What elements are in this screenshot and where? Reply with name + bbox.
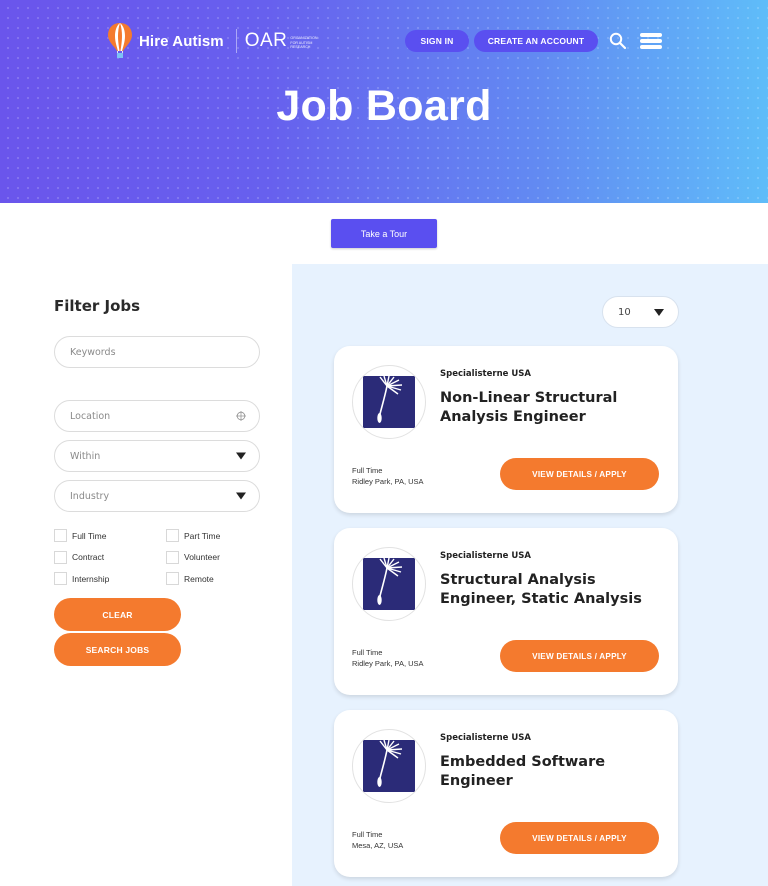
hot-air-balloon-icon <box>108 23 132 58</box>
job-type: Full Time <box>352 466 383 475</box>
dandelion-seed-icon <box>363 376 415 428</box>
job-card: Specialisterne USA Non-Linear Structural… <box>334 346 678 513</box>
company-logo[interactable] <box>352 729 426 803</box>
company-name: Specialisterne USA <box>440 733 531 743</box>
company-name: Specialisterne USA <box>440 551 531 561</box>
caret-down-icon <box>654 309 664 316</box>
job-title[interactable]: Embedded Software Engineer <box>440 753 672 791</box>
company-name: Specialisterne USA <box>440 369 531 379</box>
checkbox-box[interactable] <box>166 550 179 564</box>
view-details-apply-button[interactable]: VIEW DETAILS / APPLY <box>500 640 659 672</box>
page-title: Job Board <box>276 82 492 130</box>
checkbox-label: Contract <box>72 552 105 562</box>
results-per-page-select[interactable]: 10 <box>602 296 679 328</box>
view-details-apply-button[interactable]: VIEW DETAILS / APPLY <box>500 458 659 490</box>
location-input[interactable]: Location <box>54 400 260 432</box>
logo-divider <box>235 29 237 53</box>
search-icon[interactable] <box>609 32 627 50</box>
checkbox-label: Internship <box>72 573 110 584</box>
job-card: Specialisterne USA Structural Analysis E… <box>334 528 678 695</box>
per-page-value: 10 <box>618 306 631 318</box>
checkbox-remote[interactable]: Remote <box>166 572 214 585</box>
job-type: Full Time <box>352 830 383 839</box>
job-card: Specialisterne USA Embedded Software Eng… <box>334 710 678 877</box>
partner-logo[interactable]: OAR Organization for Autism Research <box>245 30 323 52</box>
create-account-button[interactable]: CREATE AN ACCOUNT <box>474 30 598 52</box>
job-title[interactable]: Non-Linear Structural Analysis Engineer <box>440 389 672 427</box>
partner-logo-mark: OAR <box>244 30 288 51</box>
company-logo[interactable] <box>352 365 426 439</box>
checkbox-box[interactable] <box>54 550 67 564</box>
job-location: Ridley Park, PA, USA <box>352 659 424 668</box>
keywords-input[interactable]: Keywords <box>54 336 260 368</box>
filter-jobs-heading: Filter Jobs <box>54 297 141 315</box>
within-select[interactable]: Within <box>54 440 260 472</box>
location-placeholder: Location <box>70 410 111 422</box>
checkbox-full-time[interactable]: Full Time <box>54 529 106 542</box>
checkbox-contract[interactable]: Contract <box>54 550 105 564</box>
brand-name: Hire Autism <box>139 32 224 50</box>
view-details-apply-button[interactable]: VIEW DETAILS / APPLY <box>500 822 659 854</box>
partner-logo-subtitle: Organization for Autism Research <box>290 36 318 50</box>
dandelion-seed-icon <box>363 740 415 792</box>
keywords-placeholder: Keywords <box>70 346 116 358</box>
checkbox-volunteer[interactable]: Volunteer <box>166 550 220 564</box>
industry-select[interactable]: Industry <box>54 480 260 512</box>
job-type-checkboxes: Full Time Part Time Contract Volunteer I… <box>54 529 274 594</box>
dandelion-seed-icon <box>363 558 415 610</box>
checkbox-box[interactable] <box>54 529 67 542</box>
sign-in-button[interactable]: SIGN IN <box>405 30 469 52</box>
hero-banner: Hire Autism OAR Organization for Autism … <box>0 0 768 203</box>
checkbox-part-time[interactable]: Part Time <box>166 529 220 542</box>
checkbox-box[interactable] <box>166 572 179 585</box>
caret-down-icon <box>236 492 246 500</box>
checkbox-box[interactable] <box>166 529 179 542</box>
within-placeholder: Within <box>70 450 101 462</box>
checkbox-label: Part Time <box>184 530 221 541</box>
job-location: Mesa, AZ, USA <box>352 841 404 850</box>
company-logo[interactable] <box>352 547 426 621</box>
checkbox-label: Volunteer <box>184 552 220 562</box>
job-location: Ridley Park, PA, USA <box>352 477 424 486</box>
crosshair-location-icon[interactable] <box>236 411 246 421</box>
site-logo[interactable]: Hire Autism OAR Organization for Autism … <box>107 22 322 60</box>
checkbox-internship[interactable]: Internship <box>54 572 109 585</box>
checkbox-label: Remote <box>184 573 214 584</box>
checkbox-box[interactable] <box>54 572 67 585</box>
clear-button[interactable]: CLEAR <box>54 598 181 631</box>
job-title[interactable]: Structural Analysis Engineer, Static Ana… <box>440 571 672 609</box>
industry-placeholder: Industry <box>70 490 110 502</box>
search-jobs-button[interactable]: SEARCH JOBS <box>54 633 181 666</box>
job-type: Full Time <box>352 648 383 657</box>
take-a-tour-button[interactable]: Take a Tour <box>331 219 437 248</box>
hamburger-menu-icon[interactable] <box>640 33 662 49</box>
caret-down-icon <box>236 452 246 460</box>
checkbox-label: Full Time <box>72 530 107 541</box>
